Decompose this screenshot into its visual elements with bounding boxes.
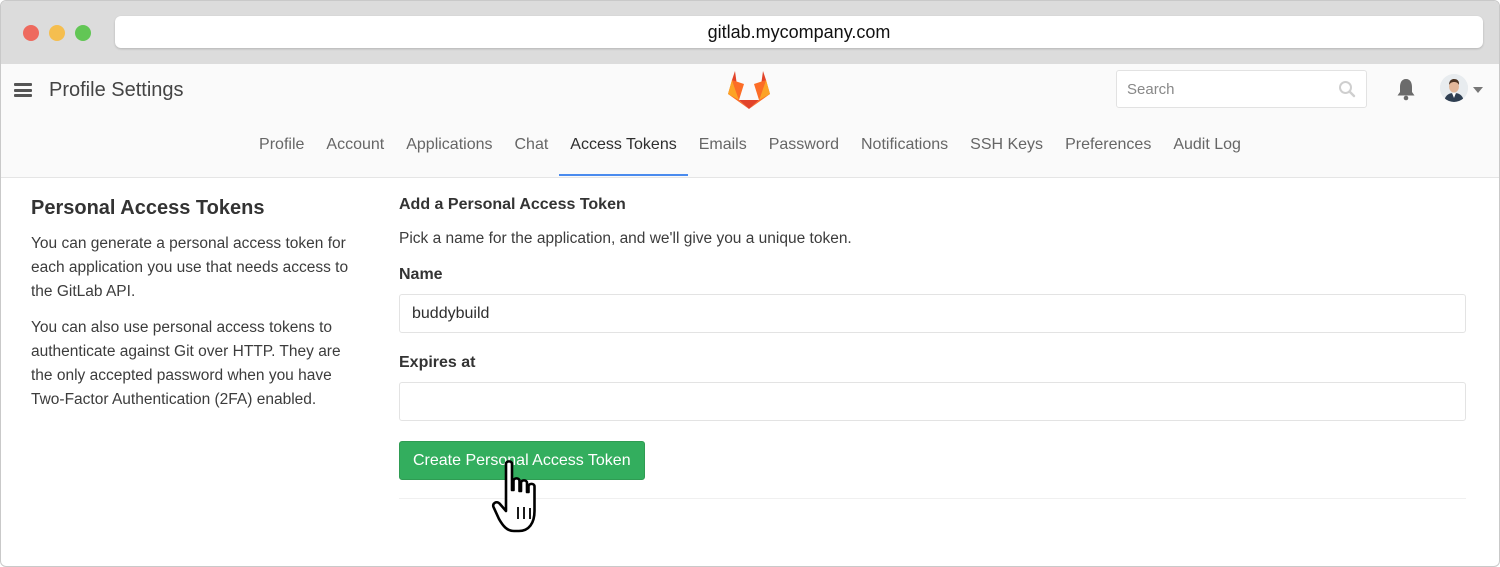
minimize-window-button[interactable] — [49, 25, 65, 41]
name-field[interactable] — [399, 294, 1466, 333]
hamburger-icon[interactable] — [14, 83, 32, 97]
tab-preferences[interactable]: Preferences — [1054, 127, 1162, 176]
form-heading: Add a Personal Access Token — [399, 196, 626, 213]
tab-audit-log[interactable]: Audit Log — [1162, 127, 1252, 176]
chevron-down-icon[interactable] — [1473, 87, 1483, 93]
tab-ssh-keys[interactable]: SSH Keys — [959, 127, 1054, 176]
tab-access-tokens[interactable]: Access Tokens — [559, 127, 688, 176]
tab-notifications[interactable]: Notifications — [850, 127, 959, 176]
search-box[interactable] — [1116, 70, 1367, 108]
address-bar[interactable]: gitlab.mycompany.com — [115, 16, 1483, 48]
search-input[interactable] — [1117, 71, 1352, 107]
maximize-window-button[interactable] — [75, 25, 91, 41]
settings-sidebar: Personal Access Tokens You can generate … — [31, 194, 366, 412]
expires-at-field[interactable] — [399, 382, 1466, 421]
browser-chrome: gitlab.mycompany.com — [1, 1, 1499, 65]
hand-pointer-icon — [491, 460, 536, 533]
tab-emails[interactable]: Emails — [688, 127, 758, 176]
tab-account[interactable]: Account — [315, 127, 395, 176]
search-icon[interactable] — [1338, 80, 1356, 98]
form-divider — [399, 498, 1466, 499]
form-description: Pick a name for the application, and we'… — [399, 230, 852, 247]
tab-password[interactable]: Password — [758, 127, 850, 176]
sidebar-description: You can generate a personal access token… — [31, 235, 349, 300]
browser-window: gitlab.mycompany.com Profile Settings Se… — [0, 0, 1500, 567]
page-title: Profile Settings — [49, 79, 184, 101]
avatar[interactable] — [1440, 74, 1468, 102]
sidebar-note: You can also use personal access tokens … — [31, 319, 341, 408]
close-window-button[interactable] — [23, 25, 39, 41]
tab-profile[interactable]: Profile — [248, 127, 315, 176]
name-label: Name — [399, 266, 443, 283]
sidebar-title: Personal Access Tokens — [31, 197, 265, 219]
app-header: Profile Settings Search Profile Account … — [1, 64, 1499, 178]
tab-applications[interactable]: Applications — [395, 127, 503, 176]
tab-chat[interactable]: Chat — [504, 127, 560, 176]
bell-icon[interactable] — [1395, 77, 1417, 101]
gitlab-logo[interactable] — [727, 70, 771, 110]
profile-tabs: Profile Account Applications Chat Access Tok… — [1, 127, 1499, 177]
expires-at-label: Expires at — [399, 354, 476, 371]
